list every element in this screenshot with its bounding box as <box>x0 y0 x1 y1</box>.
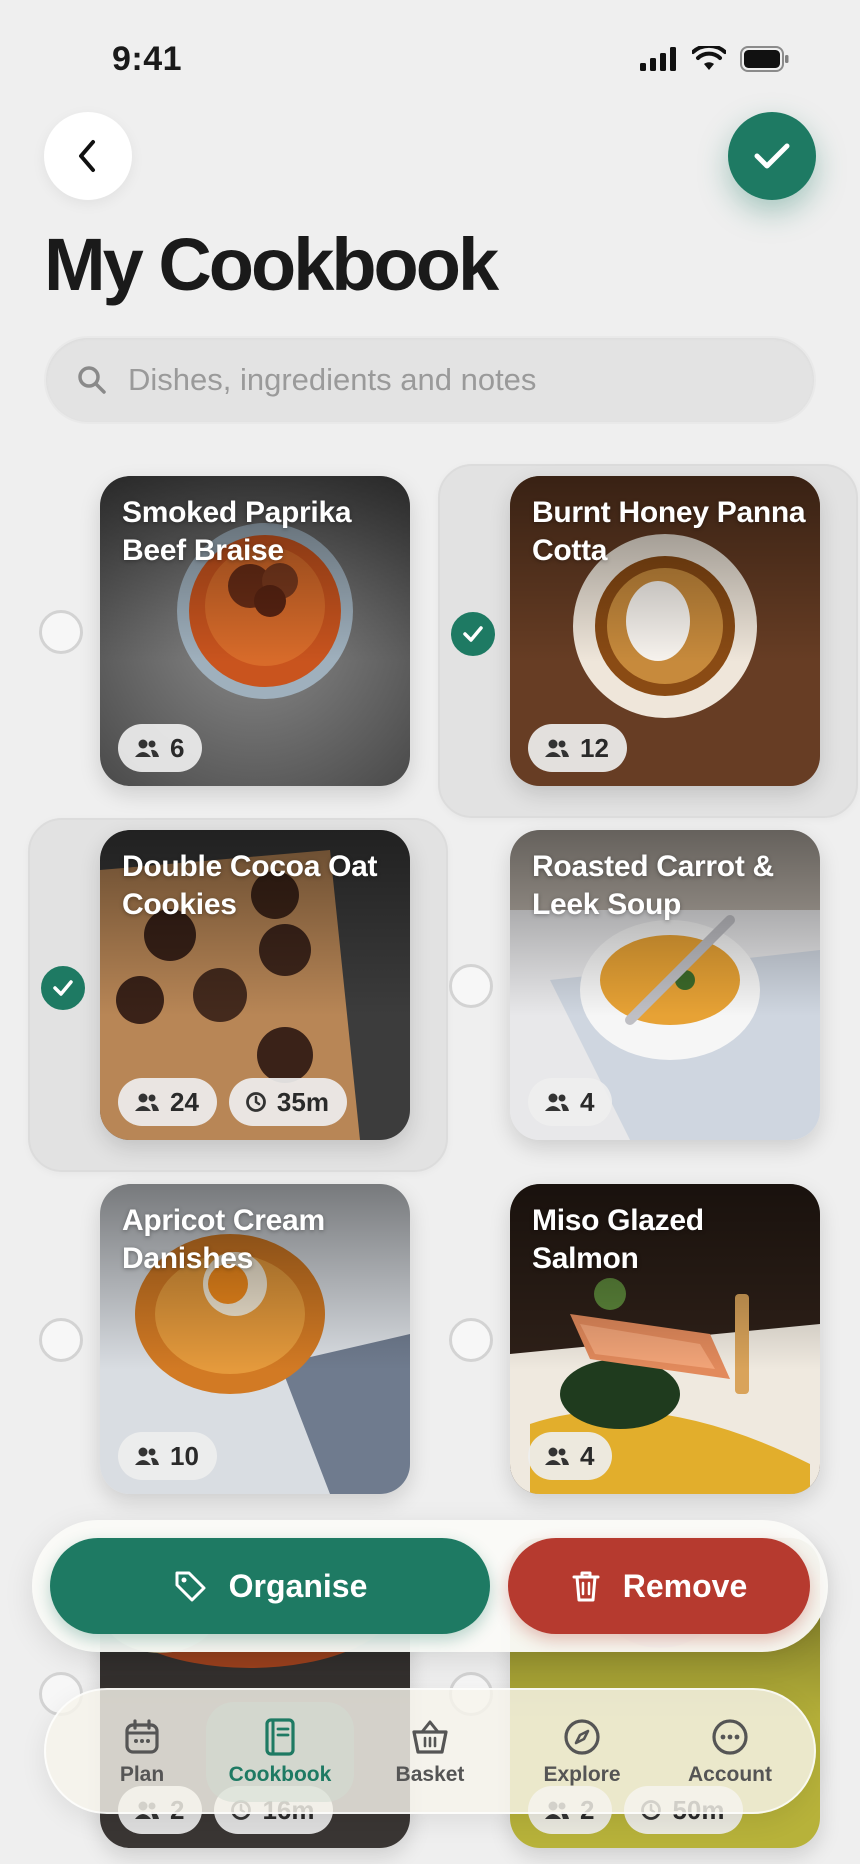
recipe-title: Double Cocoa Oat Cookies <box>122 850 378 921</box>
select-radio[interactable] <box>449 1318 493 1362</box>
people-icon <box>545 1447 569 1465</box>
servings-badge: 10 <box>118 1432 217 1480</box>
recipe-title: Burnt Honey Panna Cotta <box>532 496 806 567</box>
select-radio[interactable] <box>39 610 83 654</box>
recipe-title: Apricot Cream Danishes <box>122 1204 325 1275</box>
select-radio[interactable] <box>449 964 493 1008</box>
book-icon <box>265 1718 295 1756</box>
tab-explore[interactable]: Explore <box>508 1702 656 1802</box>
servings-badge: 4 <box>528 1078 613 1126</box>
servings-badge: 12 <box>528 724 627 772</box>
recipe-card[interactable]: Miso Glazed Salmon 4 <box>510 1184 820 1494</box>
tab-bar: Plan Cookbook Basket Explore Account <box>44 1688 816 1814</box>
recipe-title: Miso Glazed Salmon <box>532 1204 704 1275</box>
recipe-title: Smoked Paprika Beef Braise <box>122 496 352 567</box>
servings-badge: 24 <box>118 1078 217 1126</box>
recipe-cell[interactable]: Miso Glazed Salmon 4 <box>438 1172 858 1526</box>
recipe-cell-selected[interactable]: Burnt Honey Panna Cotta 12 <box>438 464 858 818</box>
people-icon <box>135 1093 159 1111</box>
recipe-cell-selected[interactable]: Double Cocoa Oat Cookies 24 35m <box>28 818 448 1172</box>
recipe-cell[interactable]: Smoked Paprika Beef Braise 6 <box>28 464 448 818</box>
tag-icon <box>175 1571 206 1602</box>
people-icon <box>545 1093 569 1111</box>
tab-account[interactable]: Account <box>656 1702 804 1802</box>
remove-label: Remove <box>622 1567 748 1604</box>
clock-icon <box>246 1092 266 1112</box>
organise-button[interactable]: Organise <box>50 1538 490 1634</box>
compass-icon <box>564 1719 600 1755</box>
checkmark-icon <box>463 626 483 642</box>
recipe-cell[interactable]: Apricot Cream Danishes 10 <box>28 1172 448 1526</box>
tab-cookbook[interactable]: Cookbook <box>206 1702 354 1802</box>
select-radio[interactable] <box>39 1318 83 1362</box>
people-icon <box>135 1447 159 1465</box>
select-radio-checked[interactable] <box>41 966 85 1010</box>
servings-badge: 6 <box>118 724 203 772</box>
organise-label: Organise <box>228 1567 368 1604</box>
recipe-card[interactable]: Roasted Carrot & Leek Soup 4 <box>510 830 820 1140</box>
remove-button[interactable]: Remove <box>508 1538 810 1634</box>
recipe-card[interactable]: Burnt Honey Panna Cotta 12 <box>510 476 820 786</box>
people-icon <box>135 739 159 757</box>
time-badge: 35m <box>228 1078 347 1126</box>
trash-icon <box>572 1571 600 1602</box>
more-icon <box>712 1719 748 1755</box>
select-radio-checked[interactable] <box>451 612 495 656</box>
tab-basket[interactable]: Basket <box>356 1702 504 1802</box>
calendar-icon <box>125 1719 159 1754</box>
basket-icon <box>412 1720 448 1754</box>
servings-badge: 4 <box>528 1432 613 1480</box>
recipe-title: Roasted Carrot & Leek Soup <box>532 850 774 921</box>
selection-action-bar: Organise Remove <box>32 1520 828 1652</box>
recipe-card[interactable]: Apricot Cream Danishes 10 <box>100 1184 410 1494</box>
checkmark-icon <box>53 980 73 996</box>
tab-plan[interactable]: Plan <box>68 1702 216 1802</box>
people-icon <box>545 739 569 757</box>
recipe-cell[interactable]: Roasted Carrot & Leek Soup 4 <box>438 818 858 1172</box>
recipe-card[interactable]: Double Cocoa Oat Cookies 24 35m <box>100 830 410 1140</box>
recipe-card[interactable]: Smoked Paprika Beef Braise 6 <box>100 476 410 786</box>
